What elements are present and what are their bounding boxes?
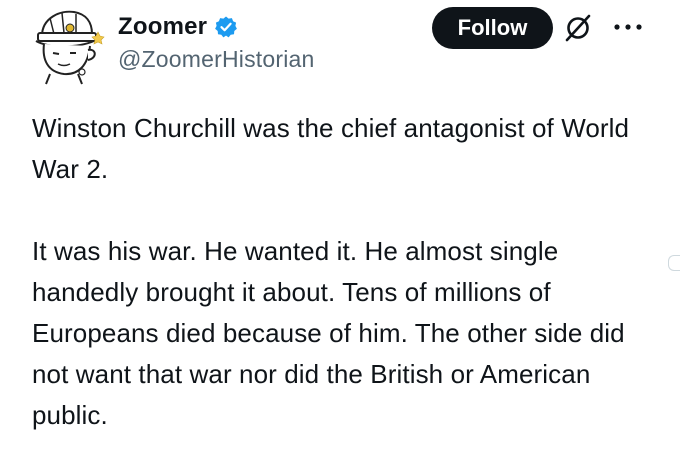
tweet-text: Winston Churchill was the chief antagoni… <box>32 108 662 436</box>
scrollbar-edge[interactable] <box>668 255 680 271</box>
author-info: Zoomer @ZoomerHistorian <box>118 10 315 73</box>
more-dots-icon[interactable] <box>611 20 645 34</box>
verified-badge-icon[interactable] <box>214 15 238 39</box>
tweet-paragraph: Winston Churchill was the chief antagoni… <box>32 113 630 184</box>
grok-icon[interactable] <box>563 13 593 43</box>
tweet-card: Zoomer @ZoomerHistorian Follow Winston C… <box>0 0 680 470</box>
cartoon-soldier-avatar-icon <box>35 10 105 85</box>
user-handle[interactable]: @ZoomerHistorian <box>118 46 315 73</box>
name-row: Zoomer <box>118 10 315 44</box>
avatar[interactable] <box>20 6 108 86</box>
display-name[interactable]: Zoomer <box>118 13 207 41</box>
follow-button[interactable]: Follow <box>432 7 553 49</box>
tweet-paragraph: It was his war. He wanted it. He almost … <box>32 236 625 430</box>
